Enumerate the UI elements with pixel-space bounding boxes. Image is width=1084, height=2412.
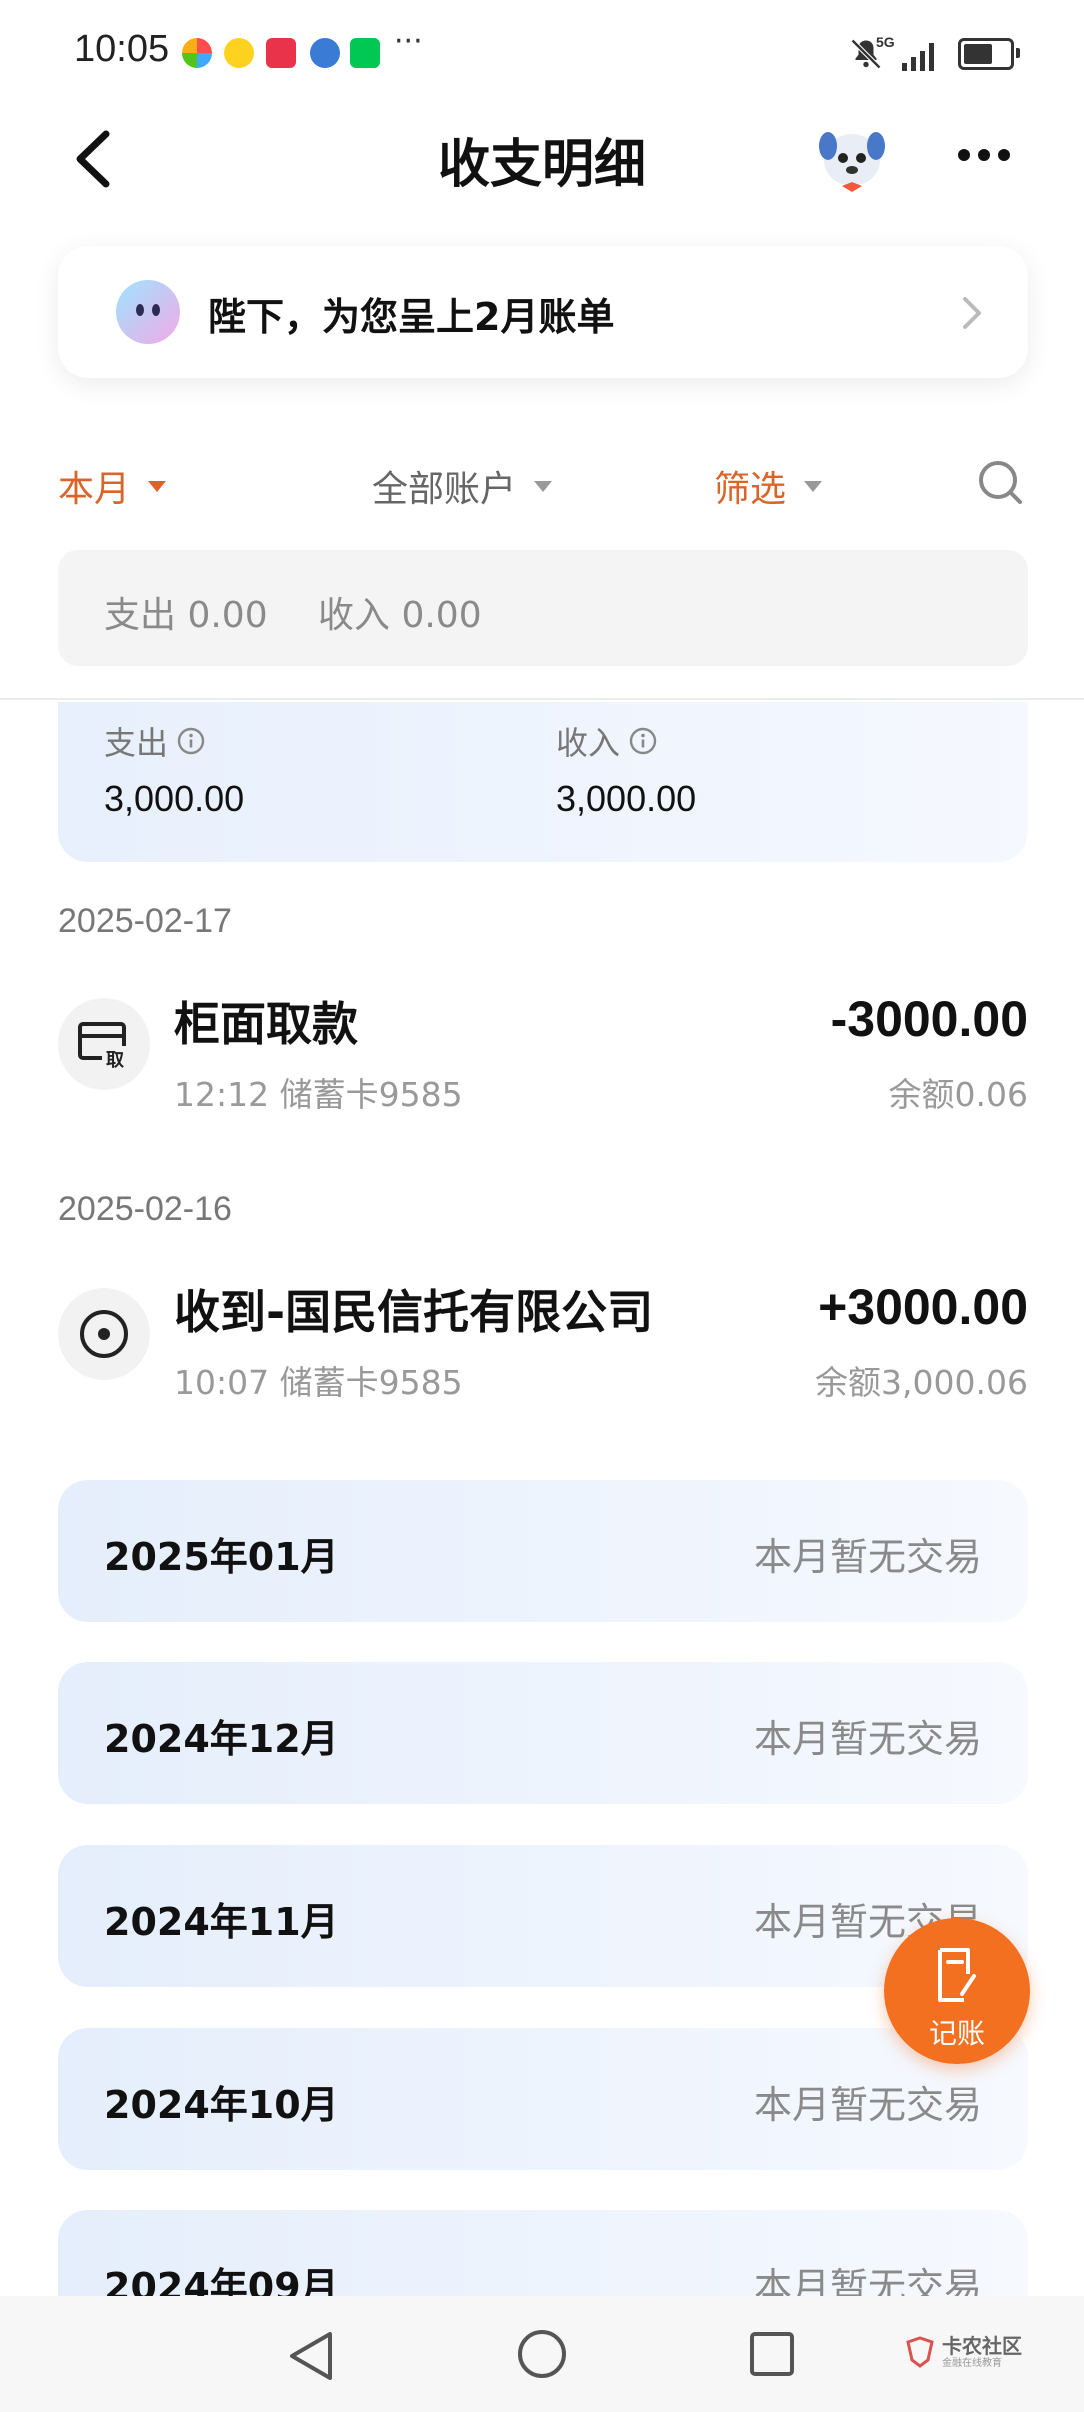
status-more-icon: ··· <box>394 24 423 59</box>
page-title: 收支明细 <box>437 135 646 195</box>
month-dropdown[interactable]: 本月 <box>58 460 167 512</box>
transaction-amount: +3000.00 <box>818 1279 1028 1335</box>
iqiyi-icon <box>350 38 380 68</box>
accounts-dropdown[interactable]: 全部账户 <box>372 460 553 512</box>
signal-icon: 5G <box>876 35 934 71</box>
nav-recent-apps-icon[interactable] <box>748 2330 796 2378</box>
watermark-sub: 金融在线教育 <box>942 2358 1002 2369</box>
network-label: 5G <box>876 34 895 50</box>
month-dropdown-label: 本月 <box>58 469 131 510</box>
date-header: 2025-02-17 <box>58 902 232 940</box>
transaction-subtitle: 12:12 储蓄卡9585 <box>174 1075 463 1114</box>
date-header: 2025-02-16 <box>58 1190 232 1228</box>
bookkeeping-button[interactable]: 记账 <box>884 1918 1030 2064</box>
transaction-balance: 余额0.06 <box>888 1075 1028 1114</box>
note-pen-icon <box>938 1948 976 2002</box>
divider <box>0 698 1084 700</box>
watermark-text: 卡农社区 金融在线教育 <box>942 2334 1022 2370</box>
month-label: 2024年11月 <box>104 1900 339 1944</box>
month-card[interactable]: 2024年10月 本月暂无交易 <box>58 2028 1028 2170</box>
banner-text: 陛下，为您呈上2月账单 <box>208 295 615 339</box>
expense-value: 3,000.00 <box>104 778 245 819</box>
battery-fill <box>964 44 992 64</box>
expense-label-text: 支出 <box>104 724 169 762</box>
accounts-dropdown-label: 全部账户 <box>372 469 517 510</box>
caret-down-icon <box>804 480 823 492</box>
filter-dropdown-label: 筛选 <box>714 469 787 510</box>
watermark: 卡农社区 金融在线教育 <box>904 2322 1022 2382</box>
battery-icon <box>958 38 1020 70</box>
info-icon[interactable] <box>628 726 658 756</box>
more-options-button[interactable] <box>958 140 1022 170</box>
red-video-icon <box>266 38 296 68</box>
month-status: 本月暂无交易 <box>753 2083 982 2127</box>
month-card[interactable]: 2025年01月 本月暂无交易 <box>58 1480 1028 1622</box>
monthly-bill-banner[interactable]: 陛下，为您呈上2月账单 <box>58 246 1028 378</box>
dot-icon <box>998 149 1010 161</box>
status-right: 5G <box>848 34 1020 74</box>
caret-down-icon <box>534 480 553 492</box>
month-status: 本月暂无交易 <box>753 1717 982 1761</box>
transaction-amount: -3000.00 <box>830 991 1028 1047</box>
month-card[interactable]: 2024年12月 本月暂无交易 <box>58 1662 1028 1804</box>
summary-expense: 支出 0.00 <box>104 595 268 636</box>
month-card[interactable]: 2024年11月 本月暂无交易 <box>58 1845 1028 1987</box>
blue-globe-icon <box>310 38 340 68</box>
withdraw-icon-char: 取 <box>106 1050 124 1071</box>
dot-icon <box>958 149 970 161</box>
status-time: 10:05 <box>74 28 170 70</box>
transfer-circle-icon <box>58 1288 150 1380</box>
nav-back-icon[interactable] <box>284 2328 338 2384</box>
month-status: 本月暂无交易 <box>753 1535 982 1579</box>
month-label: 2025年01月 <box>104 1535 339 1579</box>
color-pinwheel-icon <box>182 38 212 68</box>
counter-withdraw-icon: 取 <box>58 998 150 1090</box>
income-label-text: 收入 <box>556 724 621 762</box>
bookkeeping-label: 记账 <box>928 2017 985 2050</box>
assistant-avatar-icon <box>116 280 180 344</box>
watermark-main: 卡农社区 <box>942 2334 1022 2358</box>
month-label: 2024年12月 <box>104 1717 339 1761</box>
chevron-right-icon <box>963 297 981 329</box>
filter-dropdown[interactable]: 筛选 <box>714 460 823 512</box>
transaction-subtitle: 10:07 储蓄卡9585 <box>174 1363 463 1402</box>
transaction-balance: 余额3,000.06 <box>815 1363 1028 1402</box>
income-label[interactable]: 收入 <box>556 718 658 764</box>
watermark-logo-icon <box>906 2336 934 2368</box>
search-icon[interactable] <box>976 458 1024 506</box>
expense-label[interactable]: 支出 <box>104 718 206 764</box>
dot-icon <box>978 149 990 161</box>
month-label: 2024年10月 <box>104 2083 339 2127</box>
nav-home-icon[interactable] <box>516 2328 568 2380</box>
transaction-title: 柜面取款 <box>174 997 358 1051</box>
info-icon[interactable] <box>176 726 206 756</box>
period-summary: 支出 0.00 收入 0.00 <box>58 550 1028 666</box>
caret-down-icon <box>148 480 167 492</box>
transaction-title: 收到-国民信托有限公司 <box>174 1285 654 1339</box>
income-value: 3,000.00 <box>556 778 697 819</box>
summary-income: 收入 0.00 <box>318 595 482 636</box>
mascot-dog-icon[interactable] <box>812 124 892 200</box>
yellow-chat-icon <box>224 38 254 68</box>
